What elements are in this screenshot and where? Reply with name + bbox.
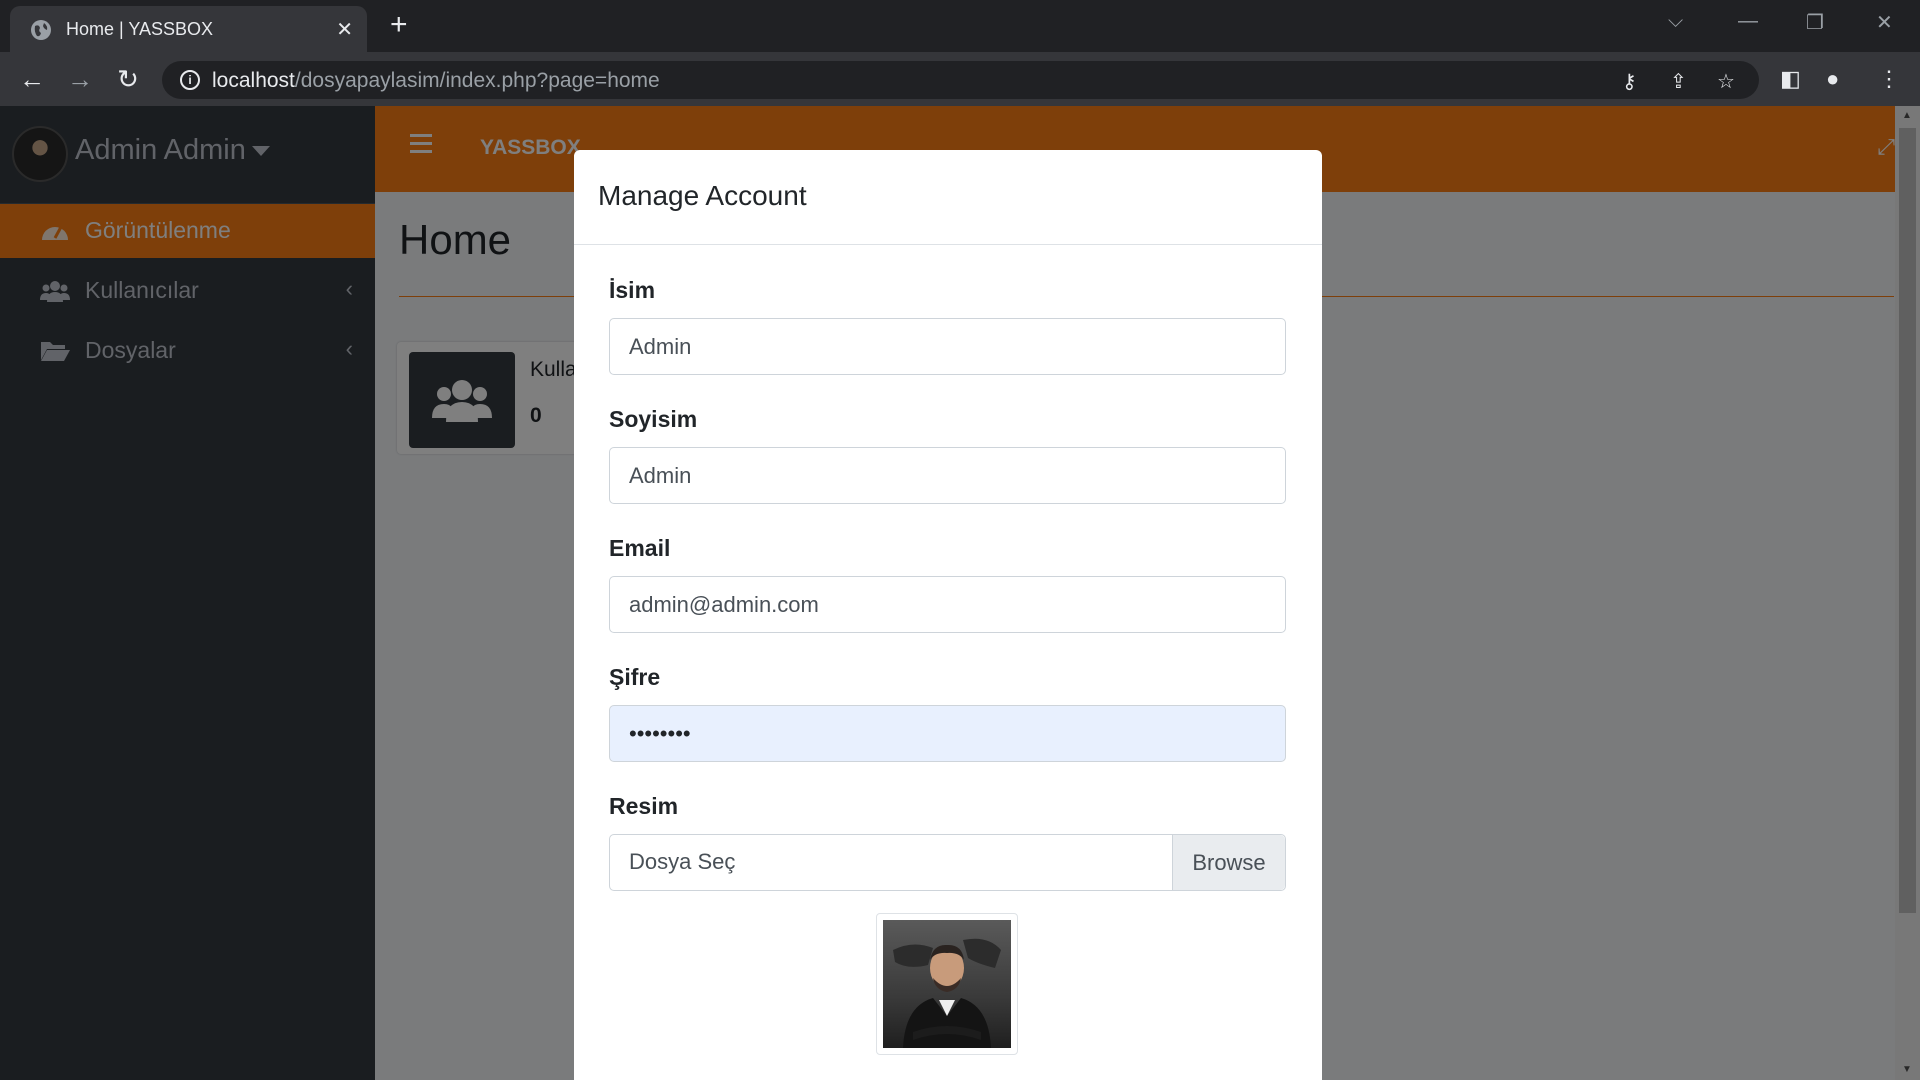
forward-icon[interactable]: →: [64, 63, 96, 95]
globe-icon: [31, 20, 51, 40]
site-info-icon[interactable]: i: [180, 70, 200, 90]
password-input[interactable]: ••••••••: [609, 705, 1286, 762]
person-portrait-icon: [893, 938, 1001, 1048]
profile-photo: [883, 920, 1011, 1048]
new-tab-icon[interactable]: +: [390, 8, 408, 42]
modal-header: Manage Account: [574, 150, 1322, 245]
browser-tabbar: Home | YASSBOX ✕ + ⌵ — ❐ ✕: [0, 0, 1920, 52]
browser-toolbar: ← → ↻ i localhost/dosyapaylasim/index.ph…: [0, 52, 1920, 106]
last-name-input[interactable]: Admin: [609, 447, 1286, 504]
email-label: Email: [609, 535, 671, 561]
password-label: Şifre: [609, 664, 661, 690]
tab-title: Home | YASSBOX: [66, 19, 214, 39]
modal-title: Manage Account: [598, 180, 807, 211]
image-file-input[interactable]: Dosya Seç Browse: [609, 834, 1286, 891]
browse-button[interactable]: Browse: [1172, 835, 1285, 890]
image-label: Resim: [609, 793, 679, 819]
last-name-label: Soyisim: [609, 406, 698, 432]
key-icon[interactable]: ⚷: [1622, 69, 1637, 94]
address-bar[interactable]: i localhost/dosyapaylasim/index.php?page…: [162, 61, 1759, 99]
tab-close-icon[interactable]: ✕: [336, 17, 353, 42]
browser-tab[interactable]: Home | YASSBOX ✕: [10, 6, 367, 52]
share-icon[interactable]: ⇪: [1670, 69, 1687, 94]
back-icon[interactable]: ←: [16, 63, 48, 95]
restore-icon[interactable]: ❐: [1806, 10, 1824, 35]
minimize-icon[interactable]: —: [1738, 10, 1758, 33]
page-viewport: Admin Admin Görüntülenme Kullanıcılar ‹: [0, 106, 1920, 1080]
email-input[interactable]: admin@admin.com: [609, 576, 1286, 633]
side-panel-icon[interactable]: ◧: [1780, 66, 1801, 92]
profile-photo-preview: [876, 913, 1018, 1055]
profile-icon[interactable]: ●: [1826, 66, 1839, 92]
reload-icon[interactable]: ↻: [112, 63, 144, 95]
url-text: localhost/dosyapaylasim/index.php?page=h…: [212, 69, 660, 92]
first-name-input[interactable]: Admin: [609, 318, 1286, 375]
menu-kebab-icon[interactable]: ⋮: [1878, 66, 1900, 92]
file-input-placeholder: Dosya Seç: [629, 849, 736, 874]
tab-search-icon[interactable]: ⌵: [1668, 10, 1683, 33]
close-window-icon[interactable]: ✕: [1876, 10, 1893, 35]
bookmark-star-icon[interactable]: ☆: [1717, 69, 1735, 94]
manage-account-modal: Manage Account İsim Admin Soyisim Admin …: [574, 150, 1322, 1080]
first-name-label: İsim: [609, 277, 656, 303]
